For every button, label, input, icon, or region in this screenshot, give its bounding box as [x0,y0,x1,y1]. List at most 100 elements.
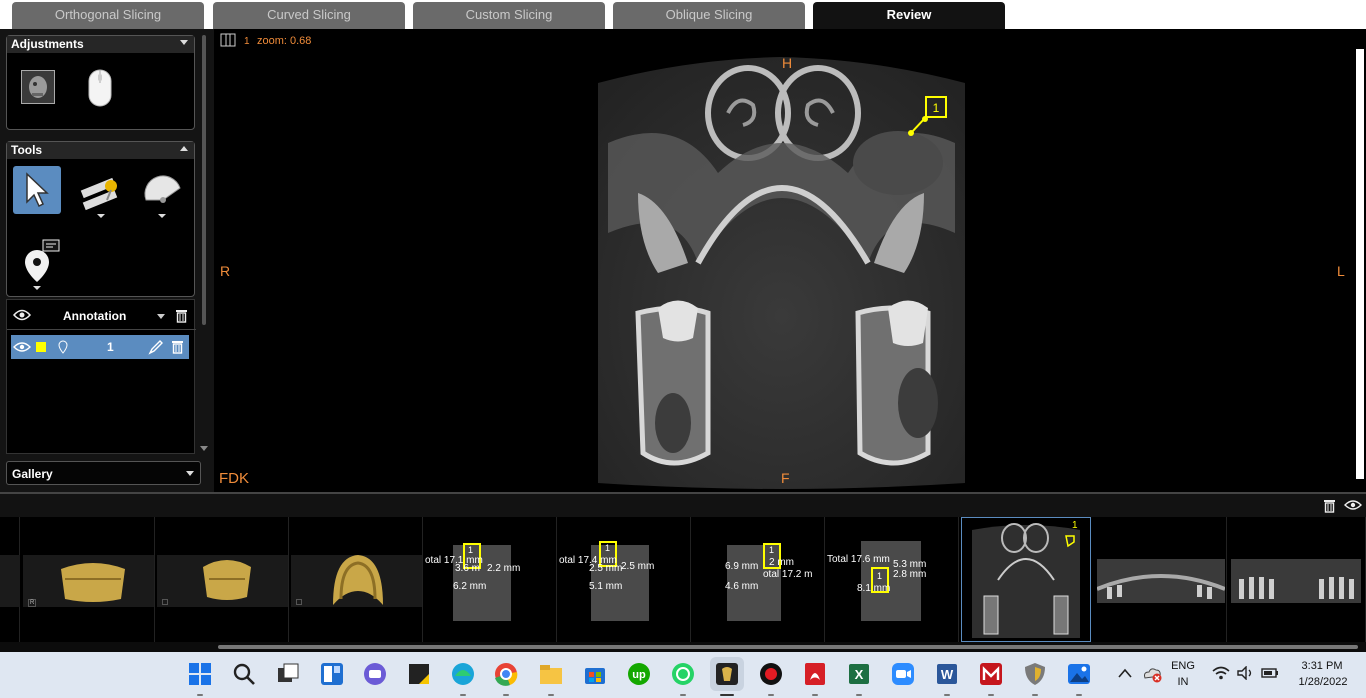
panoramic-preview [1097,559,1225,603]
wifi-icon[interactable] [1212,666,1230,680]
upwork-icon[interactable]: up [625,660,653,688]
sticky-notes-icon[interactable] [405,660,433,688]
measure-marker: 1 [605,543,611,553]
running-indicator [856,694,862,696]
pointer-tool-button[interactable] [13,166,61,214]
eye-icon[interactable] [1344,499,1362,511]
chrome-icon[interactable] [492,660,520,688]
trash-icon[interactable] [171,339,184,354]
gallery-scroll-thumb[interactable] [218,645,1358,649]
trash-icon[interactable] [1323,498,1336,513]
task-view-icon[interactable] [274,660,302,688]
microsoft-store-icon[interactable] [581,660,609,688]
thumbnail-measurement-3[interactable]: 1 6.9 mm 2 mm otal 17.2 m 4.6 mm [693,517,825,642]
edit-pencil-icon[interactable] [148,339,164,355]
measure-text: 2.2 mm [487,563,521,574]
search-icon[interactable] [230,660,258,688]
skull-render-icon [203,560,251,600]
word-icon[interactable]: W [933,660,961,688]
tools-header[interactable]: Tools [7,142,194,159]
trash-icon[interactable] [175,308,188,323]
photos-icon[interactable] [1065,660,1093,688]
file-explorer-icon[interactable] [537,660,565,688]
measure-text: 2.5 mm [621,561,655,572]
tab-custom-slicing[interactable]: Custom Slicing [413,2,605,29]
thumbnail-3d-render-1[interactable]: R [23,517,155,642]
thumbnail-measurement-4[interactable]: 1 Total 17.6 mm 5.3 mm 2.8 mm 8.1 mm [827,517,959,642]
viewer-scrollbar[interactable] [1356,49,1364,479]
adjustments-header[interactable]: Adjustments [7,36,194,53]
measure-text: 8.1 mm [857,583,891,594]
thumbnail-measurement-1[interactable]: 1 otal 17.1 mm 3.6 m 2.2 mm 6.2 mm [425,517,557,642]
language-indicator-top[interactable]: ENG [1168,660,1198,672]
windows-start-icon[interactable] [186,660,214,688]
left-panel-scrollbar[interactable] [202,35,206,325]
running-indicator [1032,694,1038,696]
eye-icon[interactable] [13,308,31,322]
mega-icon[interactable] [977,660,1005,688]
ruler-pin-icon [80,177,118,218]
widgets-icon[interactable] [318,660,346,688]
gallery-label: Gallery [12,467,53,481]
scroll-down-icon[interactable] [200,446,208,451]
recorder-icon[interactable] [757,660,785,688]
clock-date[interactable]: 1/28/2022 [1288,676,1358,688]
language-indicator-bottom[interactable]: IN [1168,676,1198,688]
clock-time[interactable]: 3:31 PM [1292,660,1352,672]
zoom-readout: zoom: 0.68 [257,35,312,47]
speaker-icon[interactable] [1236,666,1254,680]
layout-grid-icon[interactable] [220,33,236,47]
gallery-dropdown[interactable]: Gallery [6,461,201,485]
mouse-icon[interactable] [87,68,113,113]
tab-bar: Orthogonal Slicing Curved Slicing Custom… [0,0,1366,29]
thumbnail-corner-mark: R [28,599,37,607]
gallery-toolbar [0,492,1366,517]
running-indicator [768,694,774,696]
measure-ruler-button[interactable] [77,166,125,222]
tab-orthogonal-slicing[interactable]: Orthogonal Slicing [12,2,204,29]
teams-chat-icon[interactable] [361,660,389,688]
thumbnail-3d-render-2[interactable] [157,517,289,642]
protractor-icon [144,175,181,218]
thumbnail-axial-selected[interactable]: 1 [961,517,1091,642]
whatsapp-icon[interactable] [669,660,697,688]
acrobat-icon[interactable] [801,660,829,688]
thumbnail-measurement-2[interactable]: 1 otal 17.4 mm 2.5 mm 2.5 mm 5.1 mm [559,517,691,642]
edge-icon[interactable] [449,660,477,688]
gallery-scrollbar[interactable] [0,642,1366,652]
thumbnail-panoramic-2[interactable] [1229,517,1366,642]
battery-icon[interactable] [1260,666,1280,680]
zoom-icon[interactable] [889,660,917,688]
expand-caret-icon[interactable] [180,146,188,151]
running-indicator-active [720,694,734,696]
head-preset-icon[interactable] [21,70,55,104]
thumbnail-partial[interactable] [0,517,20,642]
svg-text:W: W [941,667,954,682]
tab-oblique-slicing[interactable]: Oblique Slicing [613,2,805,29]
eye-icon[interactable] [13,341,31,353]
collapse-caret-icon[interactable] [180,40,188,45]
measure-marker: 1 [877,571,883,581]
tab-review[interactable]: Review [813,2,1005,29]
annotation-pin-button[interactable] [19,236,63,292]
measure-marker: 1 [468,545,474,555]
cloud-error-icon[interactable] [1141,664,1163,684]
tools-section: Tools [6,141,195,297]
annotation-row-1[interactable]: 1 [11,335,189,359]
ct-slice-image[interactable]: 1 [598,53,965,491]
image-viewer[interactable]: 1 zoom: 0.68 1 H F R L FDK [214,29,1366,492]
svg-text:up: up [632,669,646,681]
annotation-dropdown-icon[interactable] [157,314,165,319]
angle-protractor-button[interactable] [140,166,188,222]
orientation-left: R [220,263,231,279]
tab-curved-slicing[interactable]: Curved Slicing [213,2,405,29]
annotation-marker-label[interactable]: 1 [933,101,940,115]
dental-viewer-icon[interactable] [710,657,744,691]
vpn-shield-icon[interactable] [1021,660,1049,688]
thumbnail-panoramic-1[interactable] [1095,517,1227,642]
excel-icon[interactable]: X [845,660,873,688]
thumbnail-3d-render-3[interactable] [291,517,423,642]
annotation-color-swatch[interactable] [36,342,46,352]
chevron-up-icon[interactable] [1118,668,1132,678]
annotation-list: Annotation [6,299,196,454]
